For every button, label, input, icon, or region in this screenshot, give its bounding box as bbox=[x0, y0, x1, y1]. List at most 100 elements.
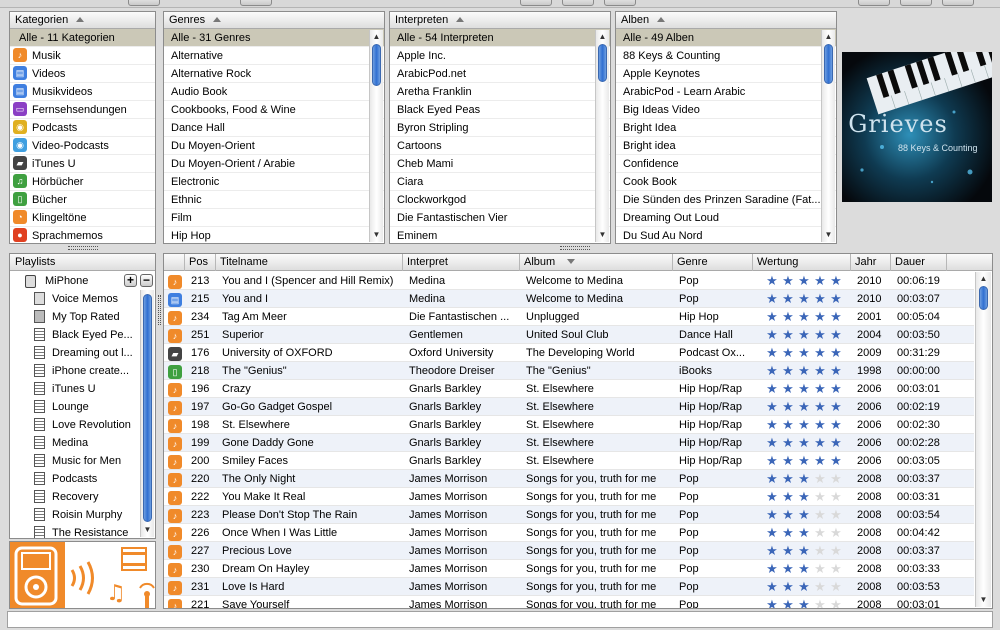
star-filled-icon[interactable]: ★ bbox=[782, 526, 794, 539]
category-item[interactable]: ● Sprachmemos bbox=[10, 227, 155, 243]
album-item[interactable]: Du Sud Au Nord bbox=[616, 227, 836, 243]
star-filled-icon[interactable]: ★ bbox=[830, 454, 842, 467]
album-item[interactable]: Apple Keynotes bbox=[616, 65, 836, 83]
star-filled-icon[interactable]: ★ bbox=[798, 472, 810, 485]
playlist-item[interactable]: Dreaming out l... bbox=[34, 344, 139, 362]
toolbar-button[interactable] bbox=[858, 0, 890, 6]
album-item[interactable]: Alle - 49 Alben bbox=[616, 29, 836, 47]
toolbar-button[interactable] bbox=[604, 0, 636, 6]
star-filled-icon[interactable]: ★ bbox=[798, 310, 810, 323]
remove-playlist-button[interactable]: − bbox=[140, 274, 153, 287]
column-header-pos[interactable]: Pos bbox=[185, 254, 216, 271]
star-empty-icon[interactable]: ★ bbox=[830, 490, 842, 503]
category-item[interactable]: ▯ Bücher bbox=[10, 191, 155, 209]
star-filled-icon[interactable]: ★ bbox=[798, 544, 810, 557]
star-filled-icon[interactable]: ★ bbox=[766, 580, 778, 593]
star-filled-icon[interactable]: ★ bbox=[766, 400, 778, 413]
star-filled-icon[interactable]: ★ bbox=[830, 436, 842, 449]
playlist-item[interactable]: Love Revolution bbox=[34, 416, 139, 434]
star-empty-icon[interactable]: ★ bbox=[830, 580, 842, 593]
genre-item[interactable]: Electronic bbox=[164, 173, 384, 191]
star-filled-icon[interactable]: ★ bbox=[798, 454, 810, 467]
artist-item[interactable]: Alle - 54 Interpreten bbox=[390, 29, 610, 47]
star-filled-icon[interactable]: ★ bbox=[814, 382, 826, 395]
playlist-item[interactable]: iTunes U bbox=[34, 380, 139, 398]
star-filled-icon[interactable]: ★ bbox=[766, 544, 778, 557]
playlist-item[interactable]: Recovery bbox=[34, 488, 139, 506]
star-filled-icon[interactable]: ★ bbox=[798, 562, 810, 575]
artist-item[interactable]: ArabicPod.net bbox=[390, 65, 610, 83]
table-row[interactable]: ♪ 220 The Only Night James Morrison Songs fo… bbox=[164, 470, 974, 488]
genre-item[interactable]: Du Moyen-Orient bbox=[164, 137, 384, 155]
playlists-scrollbar[interactable]: ▼ bbox=[140, 290, 154, 537]
star-filled-icon[interactable]: ★ bbox=[798, 400, 810, 413]
table-row[interactable]: ▯ 218 The "Genius" Theodore Dreiser The "Gen… bbox=[164, 362, 974, 380]
playlists-header[interactable]: Playlists bbox=[10, 254, 155, 271]
album-item[interactable]: Bright idea bbox=[616, 137, 836, 155]
artist-item[interactable]: Apple Inc. bbox=[390, 47, 610, 65]
star-filled-icon[interactable]: ★ bbox=[798, 382, 810, 395]
star-filled-icon[interactable]: ★ bbox=[830, 328, 842, 341]
star-empty-icon[interactable]: ★ bbox=[830, 472, 842, 485]
star-filled-icon[interactable]: ★ bbox=[798, 436, 810, 449]
artist-item[interactable]: Eminem bbox=[390, 227, 610, 243]
scrollbar-thumb[interactable] bbox=[824, 44, 833, 84]
genre-item[interactable]: Alternative bbox=[164, 47, 384, 65]
scroll-up-icon[interactable]: ▲ bbox=[371, 31, 382, 43]
category-item[interactable]: ◔ Klingeltöne bbox=[10, 209, 155, 227]
playlist-item[interactable]: Roisin Murphy bbox=[34, 506, 139, 524]
table-row[interactable]: ♪ 231 Love Is Hard James Morrison Songs for … bbox=[164, 578, 974, 596]
album-cover-art[interactable]: Grieves 88 Keys & Counting bbox=[842, 52, 992, 202]
add-playlist-button[interactable]: + bbox=[124, 274, 137, 287]
playlist-item[interactable]: Lounge bbox=[34, 398, 139, 416]
category-item[interactable]: ▭ Fernsehsendungen bbox=[10, 101, 155, 119]
star-filled-icon[interactable]: ★ bbox=[766, 436, 778, 449]
table-row[interactable]: ♪ 197 Go-Go Gadget Gospel Gnarls Barkley St.… bbox=[164, 398, 974, 416]
playlist-item[interactable]: Medina bbox=[34, 434, 139, 452]
albums-header[interactable]: Alben bbox=[616, 12, 836, 29]
table-row[interactable]: ♪ 213 You and I (Spencer and Hill Remix) Me… bbox=[164, 272, 974, 290]
scrollbar-thumb[interactable] bbox=[372, 44, 381, 86]
scroll-down-icon[interactable]: ▼ bbox=[142, 524, 153, 536]
table-row[interactable]: ♪ 222 You Make It Real James Morrison Songs … bbox=[164, 488, 974, 506]
table-row[interactable]: ♪ 221 Save Yourself James Morrison Songs for… bbox=[164, 596, 974, 608]
category-item[interactable]: ◉ Podcasts bbox=[10, 119, 155, 137]
star-filled-icon[interactable]: ★ bbox=[814, 274, 826, 287]
star-filled-icon[interactable]: ★ bbox=[814, 364, 826, 377]
genre-item[interactable]: Du Moyen-Orient / Arabie bbox=[164, 155, 384, 173]
star-filled-icon[interactable]: ★ bbox=[814, 400, 826, 413]
genre-item[interactable]: Film bbox=[164, 209, 384, 227]
albums-scrollbar[interactable]: ▲ ▼ bbox=[821, 30, 835, 242]
artist-item[interactable]: Clockworkgod bbox=[390, 191, 610, 209]
star-filled-icon[interactable]: ★ bbox=[782, 508, 794, 521]
star-filled-icon[interactable]: ★ bbox=[798, 292, 810, 305]
star-filled-icon[interactable]: ★ bbox=[798, 490, 810, 503]
scroll-up-icon[interactable]: ▲ bbox=[978, 273, 989, 285]
star-filled-icon[interactable]: ★ bbox=[782, 292, 794, 305]
scroll-down-icon[interactable]: ▼ bbox=[371, 229, 382, 241]
genres-scrollbar[interactable]: ▲ ▼ bbox=[369, 30, 383, 242]
star-filled-icon[interactable]: ★ bbox=[830, 364, 842, 377]
star-empty-icon[interactable]: ★ bbox=[814, 580, 826, 593]
star-filled-icon[interactable]: ★ bbox=[814, 292, 826, 305]
star-filled-icon[interactable]: ★ bbox=[782, 346, 794, 359]
star-filled-icon[interactable]: ★ bbox=[766, 292, 778, 305]
star-filled-icon[interactable]: ★ bbox=[782, 562, 794, 575]
star-filled-icon[interactable]: ★ bbox=[814, 436, 826, 449]
star-filled-icon[interactable]: ★ bbox=[782, 436, 794, 449]
star-filled-icon[interactable]: ★ bbox=[782, 418, 794, 431]
artist-item[interactable]: Die Fantastischen Vier bbox=[390, 209, 610, 227]
category-item[interactable]: ◉ Video-Podcasts bbox=[10, 137, 155, 155]
column-header-rating[interactable]: Wertung bbox=[753, 254, 851, 271]
column-header-album[interactable]: Album bbox=[520, 254, 673, 271]
toolbar-button[interactable] bbox=[942, 0, 974, 6]
artists-scrollbar[interactable]: ▲ ▼ bbox=[595, 30, 609, 242]
star-empty-icon[interactable]: ★ bbox=[814, 508, 826, 521]
playlist-item[interactable]: Podcasts bbox=[34, 470, 139, 488]
genres-header[interactable]: Genres bbox=[164, 12, 384, 29]
album-item[interactable]: Die Sünden des Prinzen Saradine (Fat... bbox=[616, 191, 836, 209]
star-filled-icon[interactable]: ★ bbox=[782, 382, 794, 395]
star-filled-icon[interactable]: ★ bbox=[766, 382, 778, 395]
device-item[interactable]: MiPhone bbox=[14, 272, 139, 290]
playlist-item[interactable]: iPhone create... bbox=[34, 362, 139, 380]
